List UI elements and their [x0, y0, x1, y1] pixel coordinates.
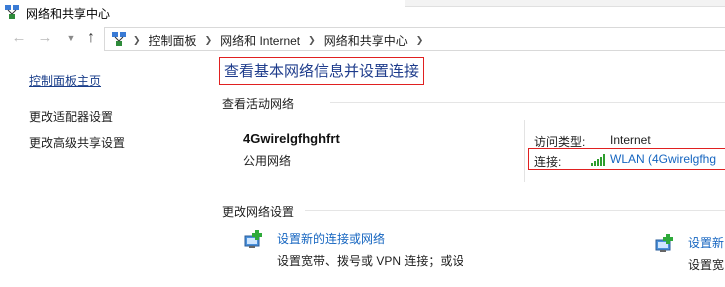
chevron-right-icon[interactable]: ❯ [416, 35, 424, 46]
chevron-right-icon[interactable]: ❯ [308, 35, 316, 46]
back-arrow-icon[interactable]: ← [10, 29, 28, 47]
up-arrow-icon[interactable]: ↑ [82, 29, 100, 47]
network-type: 公用网络 [243, 154, 292, 168]
chevron-right-icon[interactable]: ❯ [133, 35, 141, 46]
setup-new-connection-link[interactable]: 设置新的连接或网络 [277, 230, 385, 247]
title-bar: 网络和共享中心 [0, 0, 725, 24]
network-name: 4Gwirelgfhghfrt [243, 131, 340, 146]
vertical-divider [524, 120, 525, 182]
new-connection-icon [244, 230, 262, 248]
recent-locations-chevron-icon[interactable]: ▼ [62, 29, 80, 47]
address-bar[interactable]: ❯ 控制面板 ❯ 网络和 Internet ❯ 网络和共享中心 ❯ [104, 27, 725, 51]
network-center-icon [5, 5, 19, 19]
active-networks-heading: 查看活动网络 [222, 97, 295, 111]
window-title: 网络和共享中心 [26, 7, 111, 21]
forward-arrow-icon[interactable]: → [36, 29, 54, 47]
setup-task-description: 设置宽 [688, 258, 725, 272]
sidebar-item-change-advanced-sharing[interactable]: 更改高级共享设置 [29, 134, 125, 151]
sidebar-item-change-adapter-settings[interactable]: 更改适配器设置 [29, 108, 113, 125]
wlan-connection-link[interactable]: WLAN (4Gwirelgfhg [610, 152, 716, 166]
section-divider [330, 102, 725, 103]
overlay-shadow [405, 0, 725, 7]
breadcrumb-item-network-internet[interactable]: 网络和 Internet [220, 32, 300, 49]
new-connection-icon [655, 234, 673, 252]
setup-task-link[interactable]: 设置新 [688, 234, 724, 251]
wifi-signal-icon [591, 154, 605, 166]
breadcrumb-item-control-panel[interactable]: 控制面板 [149, 32, 197, 49]
connection-label: 连接: [534, 155, 562, 169]
breadcrumb-item-network-sharing-center[interactable]: 网络和共享中心 [324, 32, 408, 49]
page-title: 查看基本网络信息并设置连接 [219, 57, 425, 85]
chevron-right-icon[interactable]: ❯ [205, 35, 213, 46]
sidebar: 控制面板主页 更改适配器设置 更改高级共享设置 [0, 62, 200, 287]
navigation-bar: ← → ▼ ↑ ❯ 控制面板 ❯ 网络和 Internet ❯ 网络和共享中心 … [0, 26, 725, 52]
access-type-value: Internet [610, 133, 651, 147]
change-settings-heading: 更改网络设置 [222, 205, 295, 219]
control-panel-icon [112, 32, 126, 46]
section-divider [305, 210, 725, 211]
setup-new-connection-description: 设置宽带、拨号或 VPN 连接；或设 [277, 254, 463, 268]
breadcrumb: ❯ 控制面板 ❯ 网络和 Internet ❯ 网络和共享中心 ❯ [133, 32, 431, 49]
sidebar-item-control-panel-home[interactable]: 控制面板主页 [29, 72, 101, 89]
